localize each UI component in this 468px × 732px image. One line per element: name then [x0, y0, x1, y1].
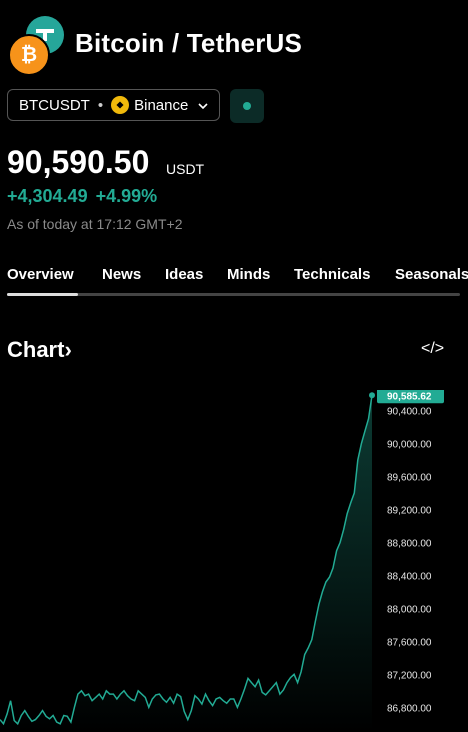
last-price-label: 90,585.62 [387, 391, 432, 402]
y-tick-label: 89,200.00 [387, 505, 432, 516]
binance-icon [111, 96, 130, 114]
embed-code-icon[interactable]: </> [421, 340, 444, 358]
tab-ideas[interactable]: Ideas [165, 266, 203, 283]
chevron-right-icon: › [64, 337, 72, 362]
as-of-time: As of today at 17:12 GMT+2 [7, 216, 183, 232]
bitcoin-icon: ₿ [8, 34, 50, 76]
y-tick-label: 90,400.00 [387, 407, 432, 418]
y-tick-label: 86,800.00 [387, 703, 432, 714]
y-tick-label: 87,200.00 [387, 670, 432, 681]
y-tick-label: 88,800.00 [387, 538, 432, 549]
active-tab-indicator [7, 293, 78, 296]
tab-minds[interactable]: Minds [227, 266, 270, 283]
last-price-dot [369, 392, 375, 399]
chart-heading-link[interactable]: Chart› [7, 337, 72, 363]
price: 90,590.50 [7, 144, 150, 180]
tab-technicals[interactable]: Technicals [294, 266, 370, 283]
market-status-button[interactable] [230, 89, 264, 123]
price-chart[interactable]: 90,400.00 90,000.00 89,600.00 89,200.00 88,8… [0, 390, 468, 732]
chevron-down-icon [197, 99, 209, 116]
change-value: +4,304.49 [7, 186, 88, 206]
change-percent: +4.99% [95, 186, 158, 206]
status-dot-icon [243, 102, 251, 110]
tab-news[interactable]: News [102, 266, 141, 283]
ticker-label: BTCUSDT [19, 96, 90, 114]
symbol-selector[interactable]: BTCUSDT • Binance [7, 89, 220, 121]
tab-bar: Overview News Ideas Minds Technicals Sea… [0, 266, 468, 286]
tab-seasonals[interactable]: Seasonals [395, 266, 468, 283]
page-title: Bitcoin / TetherUS [75, 28, 303, 58]
chart-area [0, 395, 372, 732]
y-tick-label: 90,000.00 [387, 440, 432, 451]
y-tick-label: 89,600.00 [387, 473, 432, 484]
pair-logo: ₿ [8, 16, 68, 76]
y-tick-label: 88,400.00 [387, 571, 432, 582]
y-tick-label: 88,000.00 [387, 604, 432, 615]
y-tick-label: 87,600.00 [387, 637, 432, 648]
tab-overview[interactable]: Overview [7, 266, 74, 283]
price-change: +4,304.49 +4.99% [7, 186, 165, 207]
chart-heading: Chart [7, 337, 65, 362]
exchange-label: Binance [134, 96, 189, 114]
currency: USDT [166, 161, 205, 177]
separator: • [97, 96, 104, 114]
